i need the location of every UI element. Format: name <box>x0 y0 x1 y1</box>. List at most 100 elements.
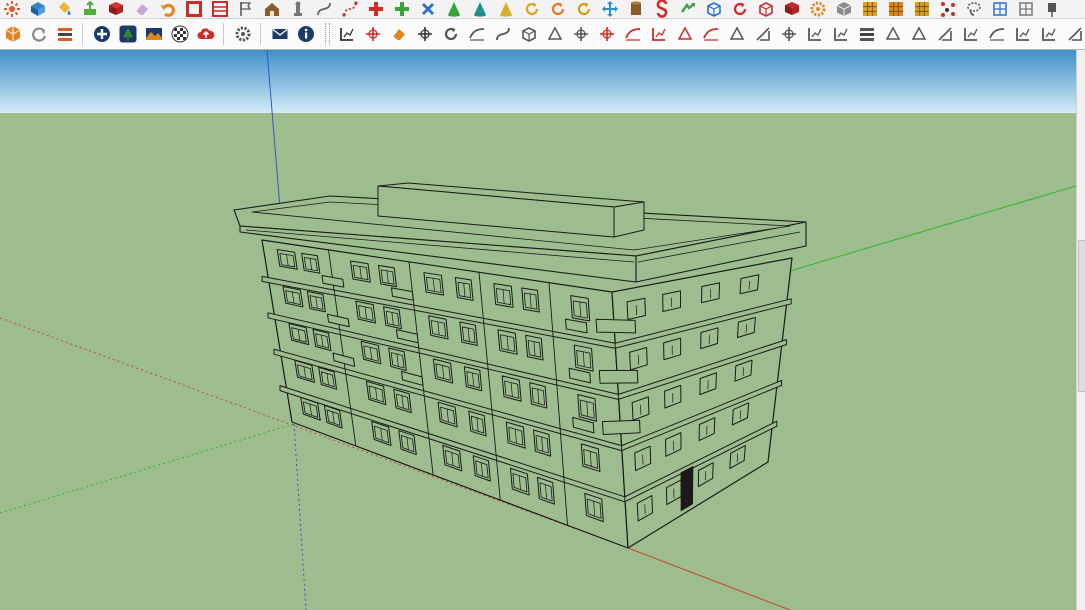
t-layers-button[interactable] <box>854 21 879 47</box>
rotate-icon <box>575 0 593 18</box>
bezier-button[interactable] <box>338 0 362 18</box>
t-leaf-button[interactable] <box>802 21 827 47</box>
t-follow-button[interactable] <box>542 21 567 47</box>
rotate-orange-button[interactable] <box>546 0 570 18</box>
book-red-button[interactable] <box>104 0 128 18</box>
t-stairs-button[interactable] <box>750 21 775 47</box>
scene-canvas[interactable] <box>0 50 1076 610</box>
scrollbar-thumb[interactable] <box>1078 240 1085 392</box>
t-arc-button[interactable] <box>672 21 697 47</box>
t-slope-button[interactable] <box>620 21 645 47</box>
eraser-button[interactable] <box>130 0 154 18</box>
add-circle-icon <box>93 25 111 43</box>
orange-solid-button[interactable] <box>0 21 25 47</box>
arrow-icon <box>679 0 697 18</box>
red-frame-button[interactable] <box>182 0 206 18</box>
t-eraser-button[interactable] <box>386 21 411 47</box>
t-split-button[interactable] <box>958 21 983 47</box>
t-freehand-button[interactable] <box>360 21 385 47</box>
t-select-button[interactable] <box>334 21 359 47</box>
split-icon <box>962 25 980 43</box>
t-curtain-button[interactable] <box>1062 21 1085 47</box>
t-sweep-button[interactable] <box>1036 21 1061 47</box>
t-rotate-button[interactable] <box>438 21 463 47</box>
t-knife-button[interactable] <box>412 21 437 47</box>
t-plane-button[interactable] <box>932 21 957 47</box>
grey-cube-button[interactable] <box>832 0 856 18</box>
lasso-button[interactable] <box>962 0 986 18</box>
line-icon <box>650 25 668 43</box>
t-corner-button[interactable] <box>594 21 619 47</box>
t-wedge-button[interactable] <box>880 21 905 47</box>
grid-orange-button[interactable] <box>884 0 908 18</box>
t-steps-button[interactable] <box>984 21 1009 47</box>
blue-box-button[interactable] <box>702 0 726 18</box>
t-line-button[interactable] <box>646 21 671 47</box>
red-cross-button[interactable] <box>364 0 388 18</box>
t-hand-button[interactable] <box>776 21 801 47</box>
material-button[interactable] <box>52 0 76 18</box>
move-blue-button[interactable] <box>598 0 622 18</box>
red-box-button[interactable] <box>754 0 778 18</box>
grey-tool-button[interactable] <box>1014 0 1038 18</box>
curve-icon <box>315 0 333 18</box>
mail-button[interactable] <box>267 21 292 47</box>
rotate-yellow-button[interactable] <box>520 0 544 18</box>
grey-pin-button[interactable] <box>1040 0 1064 18</box>
grid-yellow-button[interactable] <box>858 0 882 18</box>
grid-icon <box>861 0 879 18</box>
t-roof-button[interactable] <box>724 21 749 47</box>
orange-gear-button[interactable] <box>806 0 830 18</box>
tree-button[interactable] <box>115 21 140 47</box>
rotate-gold-button[interactable] <box>572 0 596 18</box>
curve-tool-button[interactable] <box>312 0 336 18</box>
blue-x-button[interactable] <box>416 0 440 18</box>
t-offset-button[interactable] <box>464 21 489 47</box>
terrain-icon <box>145 25 163 43</box>
checker-icon <box>171 25 189 43</box>
push-pull-green-button[interactable] <box>78 0 102 18</box>
book-icon <box>783 0 801 18</box>
cloud-upload-button[interactable] <box>193 21 218 47</box>
viewport-scrollbar[interactable] <box>1076 50 1085 610</box>
red-dots-button[interactable] <box>936 0 960 18</box>
knife-icon <box>416 25 434 43</box>
cone-green-button[interactable] <box>442 0 466 18</box>
info-button[interactable] <box>293 21 318 47</box>
t-box-button[interactable] <box>516 21 541 47</box>
t-slab-button[interactable] <box>1010 21 1035 47</box>
t-arrows-button[interactable] <box>828 21 853 47</box>
red-book-button[interactable] <box>780 0 804 18</box>
green-cross-button[interactable] <box>390 0 414 18</box>
steps-icon <box>988 25 1006 43</box>
corner-icon <box>598 25 616 43</box>
t-bend-button[interactable] <box>568 21 593 47</box>
blue-tool-button[interactable] <box>988 0 1012 18</box>
green-arrow-button[interactable] <box>676 0 700 18</box>
house-button[interactable] <box>260 0 284 18</box>
grid-gold-button[interactable] <box>910 0 934 18</box>
refresh-button[interactable] <box>26 21 51 47</box>
checker-button[interactable] <box>167 21 192 47</box>
stamp-button[interactable] <box>286 0 310 18</box>
entrance-door <box>680 465 694 512</box>
red-layout-button[interactable] <box>208 0 232 18</box>
layer-stack-button[interactable] <box>52 21 77 47</box>
t-curve-button[interactable] <box>490 21 515 47</box>
red-rotate-button[interactable] <box>728 0 752 18</box>
freehand-icon <box>364 25 382 43</box>
add-location-button[interactable] <box>89 21 114 47</box>
undo-orange-button[interactable] <box>156 0 180 18</box>
cone-yellow-button[interactable] <box>494 0 518 18</box>
cylinder-button[interactable] <box>624 0 648 18</box>
model-viewport[interactable] <box>0 50 1076 610</box>
terrain-button[interactable] <box>141 21 166 47</box>
t-ramp-button[interactable] <box>906 21 931 47</box>
t-fence-button[interactable] <box>698 21 723 47</box>
red-s-button[interactable] <box>650 0 674 18</box>
flag-button[interactable] <box>234 0 258 18</box>
extension-warehouse-button[interactable] <box>0 0 24 18</box>
component-button[interactable] <box>26 0 50 18</box>
settings-button[interactable] <box>230 21 255 47</box>
cone-teal-button[interactable] <box>468 0 492 18</box>
